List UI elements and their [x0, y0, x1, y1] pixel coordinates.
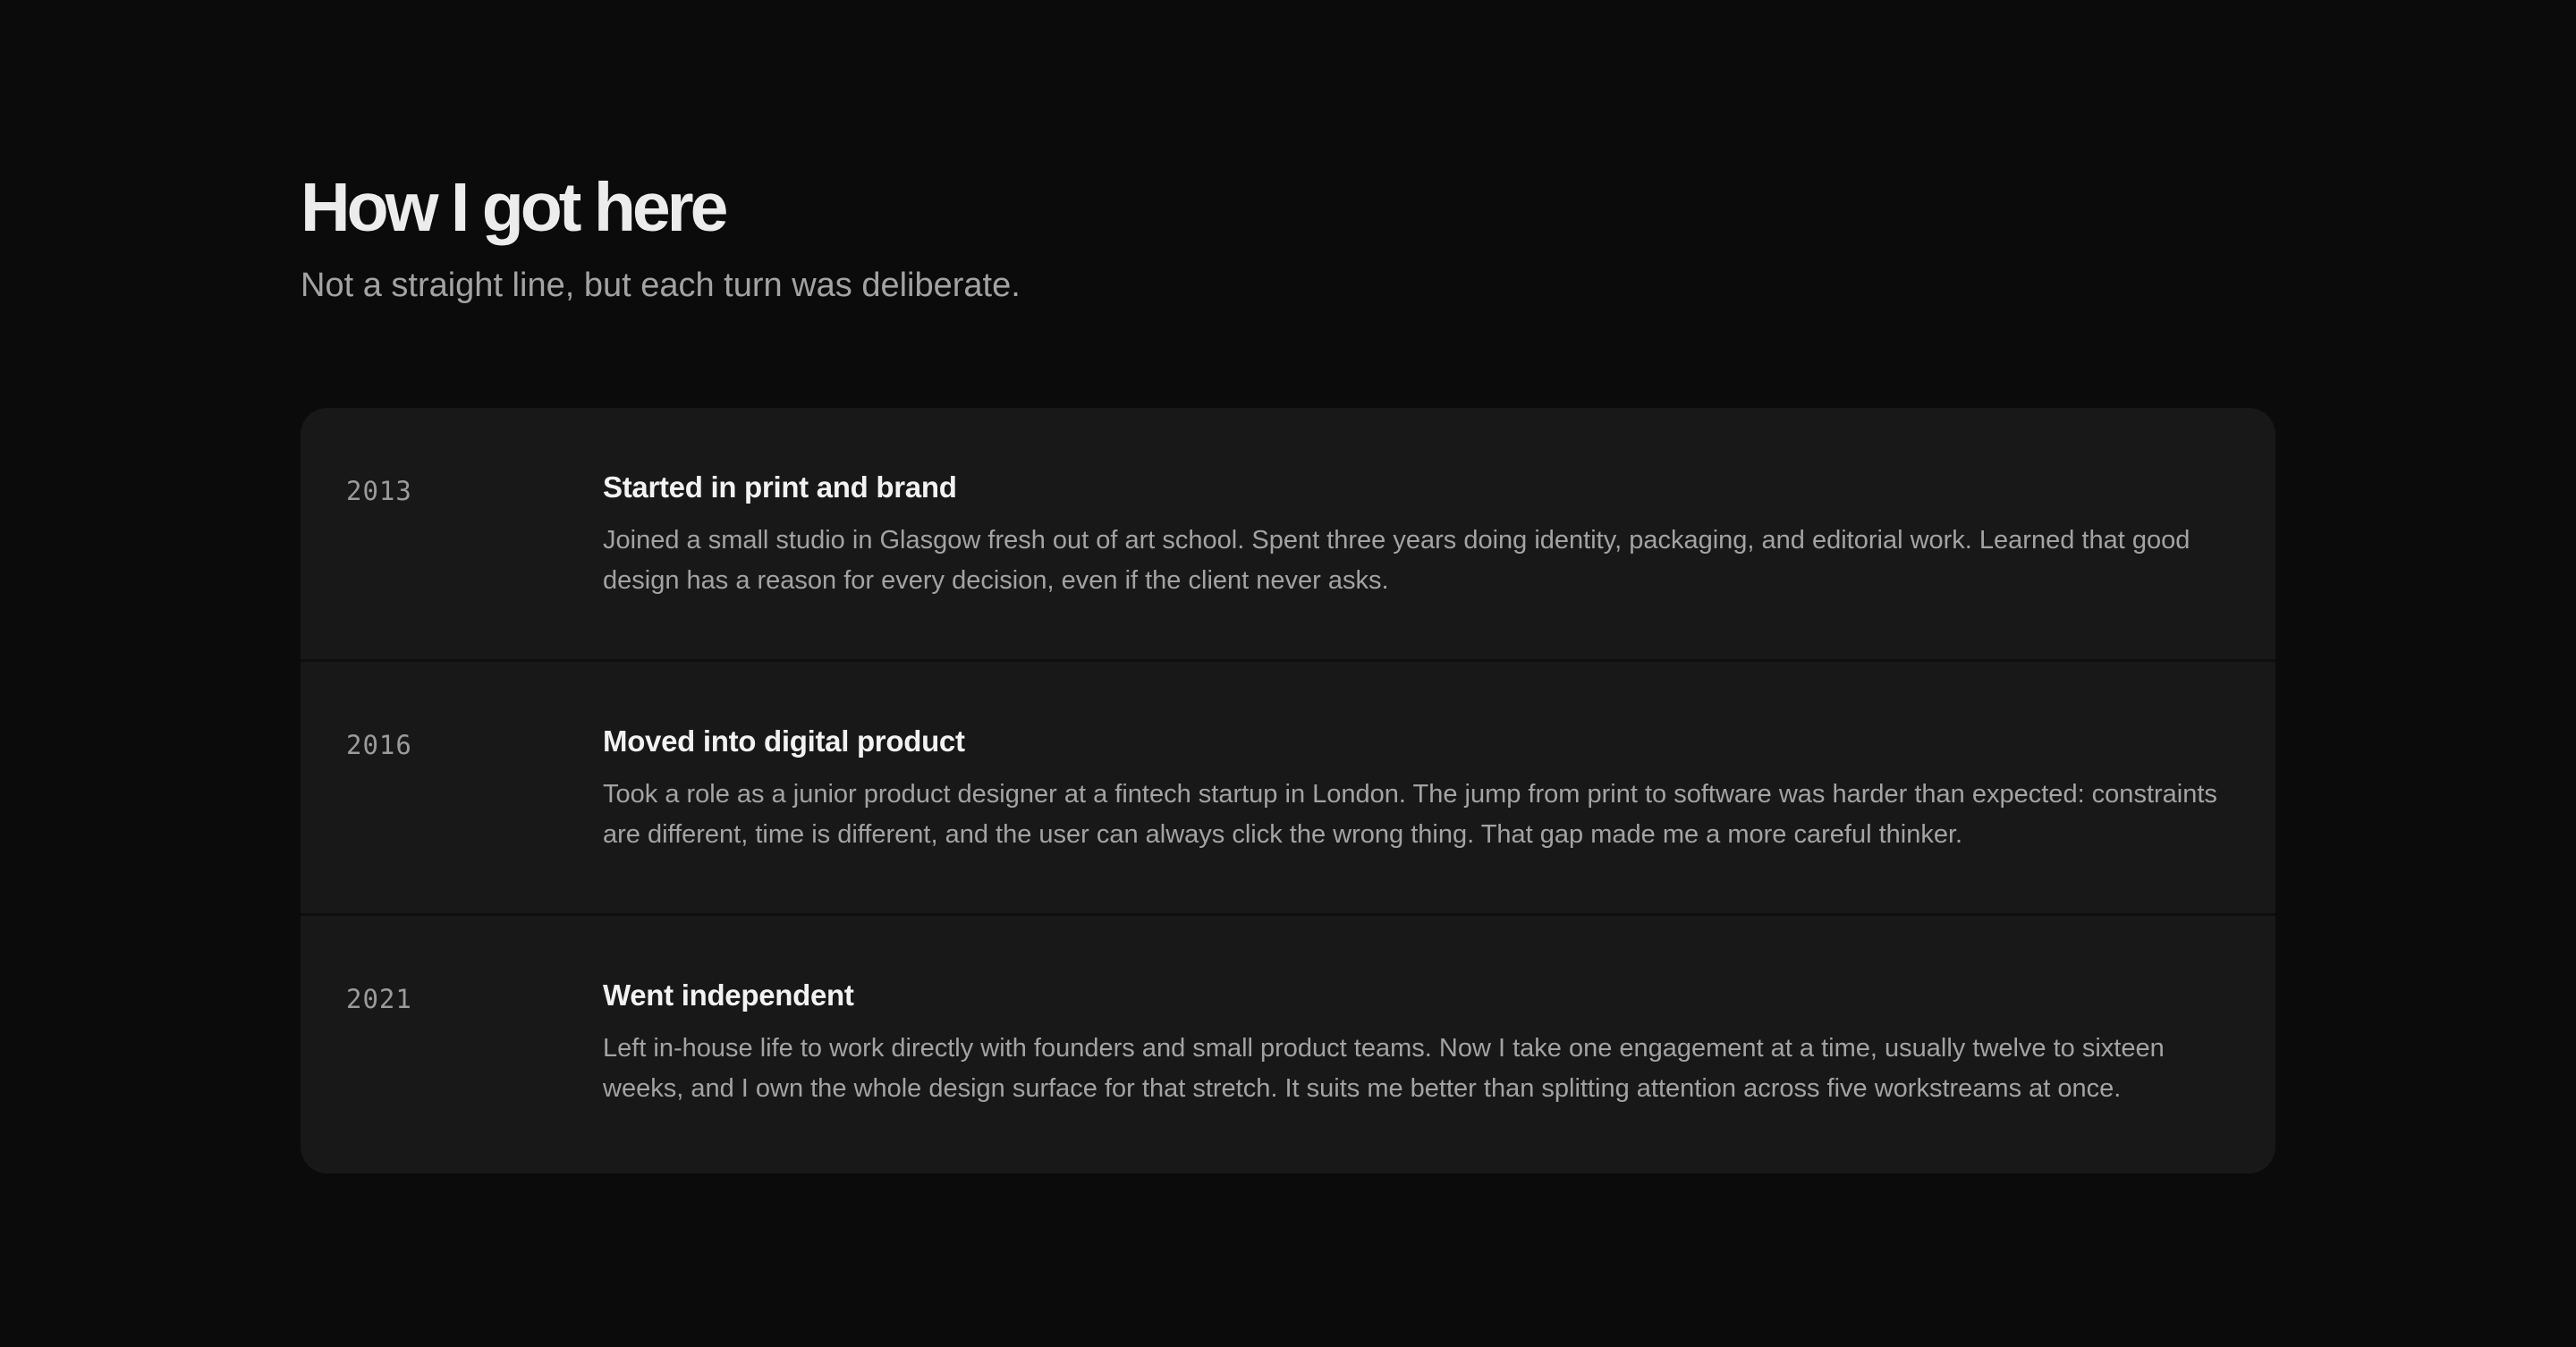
timeline-year: 2021: [346, 984, 412, 1014]
timeline-title: Went independent: [603, 978, 854, 1012]
timeline-content: Went independent Left in-house life to w…: [603, 977, 2225, 1109]
timeline-title: Moved into digital product: [603, 724, 965, 758]
timeline-content: Started in print and brand Joined a smal…: [603, 469, 2225, 601]
page-title: How I got here: [301, 169, 728, 246]
timeline-year: 2013: [346, 476, 412, 506]
timeline-description: Left in-house life to work directly with…: [603, 1034, 2165, 1103]
page-subtitle: Not a straight line, but each turn was d…: [301, 267, 1021, 304]
section-header: How I got here Not a straight line, but …: [301, 0, 2275, 308]
timeline-item-2021: 2021 Went independent Left in-house life…: [301, 916, 2275, 1172]
timeline-description: Took a role as a junior product designer…: [603, 780, 2217, 849]
timeline-year: 2016: [346, 730, 412, 760]
timeline-content: Moved into digital product Took a role a…: [603, 723, 2225, 855]
page: How I got here Not a straight line, but …: [0, 0, 2576, 1347]
timeline-card: 2013 Started in print and brand Joined a…: [301, 408, 2275, 1173]
timeline-title: Started in print and brand: [603, 470, 957, 504]
timeline-item-2016: 2016 Moved into digital product Took a r…: [301, 662, 2275, 916]
timeline-description: Joined a small studio in Glasgow fresh o…: [603, 526, 2190, 595]
timeline-item-2013: 2013 Started in print and brand Joined a…: [301, 408, 2275, 662]
